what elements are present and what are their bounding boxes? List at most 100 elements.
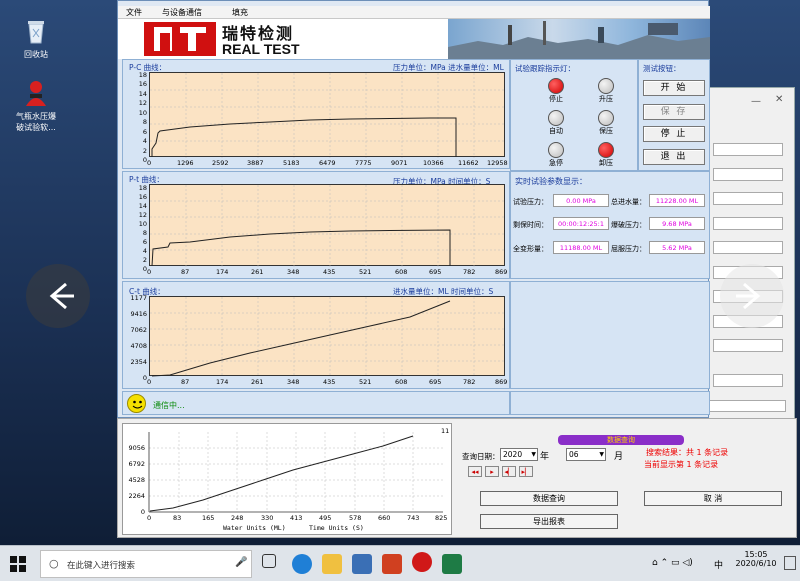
- bg-field[interactable]: [713, 241, 783, 254]
- status-bar: 通信中...: [122, 391, 510, 415]
- clock-time: 15:05: [744, 550, 768, 559]
- ct-curve: [151, 300, 451, 377]
- ct-y-tick: 1177: [130, 294, 147, 302]
- pc-x-tick: 1296: [177, 159, 194, 167]
- data-query-button[interactable]: 数据查询: [480, 491, 618, 506]
- pt-y-tick: 10: [138, 220, 147, 228]
- history-y-tick: 4528: [128, 476, 145, 484]
- pc-chart-panel: P-C 曲线： 压力单位：MPa 进水量单位：ML 0 2 4 6 8 10 1…: [122, 59, 510, 169]
- pc-y-tick: 18: [138, 71, 147, 79]
- ct-x-tick: 87: [181, 378, 190, 386]
- history-x-tick: 248: [231, 514, 244, 522]
- prev-record-icon[interactable]: ▸: [485, 466, 499, 477]
- param-value-burst-pressure: 9.68 MPa: [649, 217, 705, 230]
- ct-x-axis: 0 87 174 261 348 435 521 608 695 782 869: [123, 378, 511, 388]
- params-panel: 实时试验参数显示： 试验压力： 0.00 MPa 总进水量： 11228.00 …: [510, 171, 710, 279]
- stop-button[interactable]: 停 止: [643, 126, 705, 142]
- bg-field[interactable]: [713, 143, 783, 156]
- bg-field[interactable]: [713, 192, 783, 205]
- month-value: 06: [569, 450, 579, 459]
- history-x-tick: 825: [435, 514, 448, 522]
- param-value-total-water: 11228.00 ML: [649, 194, 705, 207]
- clock[interactable]: 15:05 2020/6/10: [732, 550, 780, 568]
- pc-y-tick: 16: [138, 80, 147, 88]
- param-label: 全变形量：: [513, 245, 548, 253]
- taskbar-search-box[interactable]: ○ 在此键入进行搜索 🎤: [40, 550, 252, 578]
- edge-browser-icon[interactable]: [292, 554, 312, 574]
- save-button[interactable]: 保 存: [643, 104, 705, 120]
- ct-plot-area: [149, 296, 506, 377]
- store-icon[interactable]: [352, 554, 372, 574]
- menu-file[interactable]: 文件: [126, 7, 142, 18]
- pt-y-tick: 6: [142, 238, 147, 246]
- pt-y-tick: 18: [138, 184, 147, 192]
- exit-button[interactable]: 退 出: [643, 149, 705, 165]
- pt-x-tick: 0: [147, 268, 152, 276]
- menu-device-comm[interactable]: 与设备通信: [162, 7, 202, 18]
- pc-x-tick: 9071: [391, 159, 408, 167]
- lamps-title: 试验跟踪指示灯：: [515, 64, 575, 73]
- history-x-tick: 165: [202, 514, 215, 522]
- notification-icon[interactable]: [784, 556, 796, 570]
- history-x-tick: 330: [261, 514, 274, 522]
- app-taskbar-icon[interactable]: [382, 554, 402, 574]
- ct-y-tick: 4708: [130, 342, 147, 350]
- tray-icons[interactable]: ⌂ ⌃ ▭ ◁): [652, 558, 693, 568]
- lamp-label: 卸压: [599, 159, 613, 167]
- menu-fill[interactable]: 填充: [232, 7, 248, 18]
- query-window: 0 2264 4528 6792 9056 11 0 83 165 248 33…: [117, 418, 797, 538]
- last-record-icon[interactable]: ▸▏: [519, 466, 533, 477]
- history-x-tick: 660: [378, 514, 391, 522]
- recycle-bin-shortcut[interactable]: 回收站: [6, 16, 66, 60]
- cancel-button[interactable]: 取 消: [644, 491, 782, 506]
- test-software-label: 气瓶水压爆 破试验软...: [16, 112, 56, 132]
- param-value-test-pressure: 0.00 MPa: [553, 194, 609, 207]
- start-button[interactable]: 开 始: [643, 80, 705, 96]
- status-text: 通信中...: [153, 401, 185, 410]
- param-label: 爆破压力：: [611, 221, 646, 229]
- windows-start-icon[interactable]: [10, 556, 26, 574]
- ime-indicator[interactable]: 中: [714, 558, 723, 571]
- chevron-down-icon: ▼: [531, 451, 536, 458]
- app-person-icon: [21, 78, 51, 108]
- first-record-icon[interactable]: ◂◂: [468, 466, 482, 477]
- history-y-tick: 2264: [128, 492, 145, 500]
- pc-y-tick: 4: [142, 137, 147, 145]
- pc-y-tick: 10: [138, 109, 147, 117]
- ct-x-tick: 174: [216, 378, 229, 386]
- next-arrow-button[interactable]: [720, 264, 784, 328]
- excel-icon[interactable]: [442, 554, 462, 574]
- bg-field[interactable]: [713, 374, 783, 387]
- year-select[interactable]: 2020 ▼: [500, 448, 538, 461]
- pc-x-tick: 5183: [283, 159, 300, 167]
- lamp-indicator: [598, 78, 614, 94]
- company-logo: [144, 22, 216, 56]
- export-report-button[interactable]: 导出报表: [480, 514, 618, 529]
- previous-arrow-button[interactable]: [26, 264, 90, 328]
- pc-x-tick: 7775: [355, 159, 372, 167]
- recycle-bin-icon: [21, 16, 51, 46]
- params-title: 实时试验参数显示：: [515, 177, 587, 186]
- minimize-icon[interactable]: —: [751, 96, 761, 107]
- history-x-axis: 0 83 165 248 330 413 495 578 660 743 825: [123, 514, 453, 524]
- bg-field[interactable]: [713, 168, 783, 181]
- file-explorer-icon[interactable]: [322, 554, 342, 574]
- blank-panel: [510, 281, 710, 389]
- microphone-icon[interactable]: 🎤: [235, 557, 247, 568]
- close-icon[interactable]: ✕: [775, 94, 783, 105]
- query-header: 数据查询: [558, 435, 684, 445]
- test-software-taskbar-icon[interactable]: [412, 552, 432, 572]
- param-value-yield-pressure: 5.62 MPa: [649, 241, 705, 254]
- lamp-estop: 急停: [541, 142, 571, 168]
- task-view-icon[interactable]: [262, 554, 276, 568]
- history-y-tick: 9056: [128, 444, 145, 452]
- next-record-icon[interactable]: ◂▏: [502, 466, 516, 477]
- query-date-label: 查询日期：: [462, 452, 500, 461]
- pc-x-tick: 3887: [247, 159, 264, 167]
- bg-field[interactable]: [713, 339, 783, 352]
- ct-x-tick: 435: [323, 378, 336, 386]
- month-select[interactable]: 06 ▼: [566, 448, 606, 461]
- pc-y-tick: 14: [138, 90, 147, 98]
- test-software-shortcut[interactable]: 气瓶水压爆 破试验软...: [6, 78, 66, 133]
- bg-field[interactable]: [713, 217, 783, 230]
